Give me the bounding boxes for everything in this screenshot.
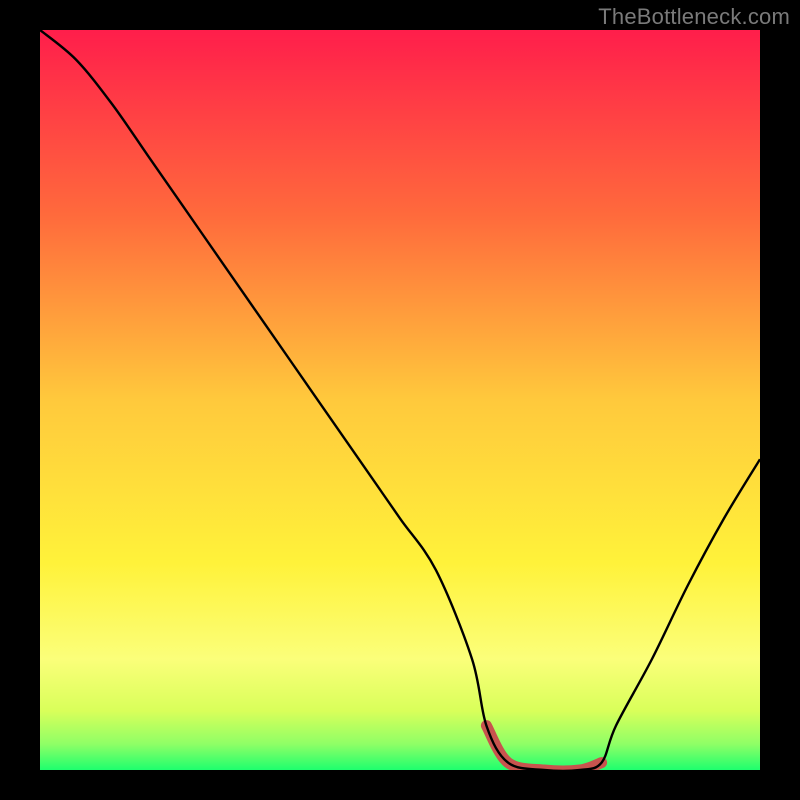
watermark-text: TheBottleneck.com	[598, 4, 790, 30]
plot-area	[40, 30, 760, 770]
chart-svg	[40, 30, 760, 770]
chart-frame: TheBottleneck.com	[0, 0, 800, 800]
